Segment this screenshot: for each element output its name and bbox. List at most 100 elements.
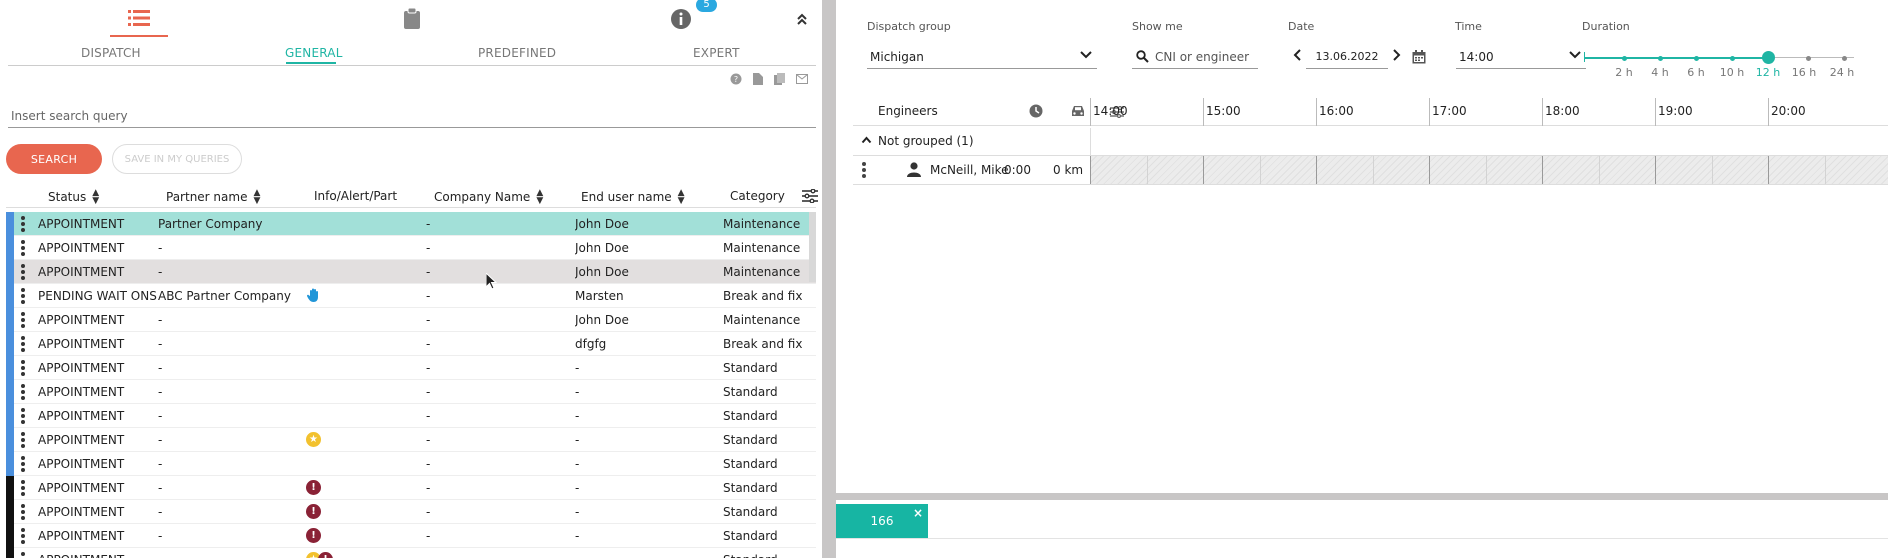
col-status[interactable]: Status ▲ ▼ [48, 189, 99, 206]
cell-partner: - [158, 241, 163, 255]
job-tab[interactable]: 166 × [836, 504, 928, 538]
duration-option-selected[interactable]: 12 h [1756, 66, 1780, 79]
tab-predefined[interactable]: PREDEFINED [478, 46, 556, 60]
duration-step-16h[interactable] [1806, 55, 1811, 61]
duration-option[interactable]: 4 h [1651, 66, 1668, 79]
duration-step-4h[interactable] [1658, 55, 1663, 61]
table-row[interactable]: APPOINTMENT - - John Doe Maintenance [6, 260, 816, 284]
row-menu-icon[interactable] [20, 240, 26, 256]
dispatch-group-select[interactable]: Michigan [867, 45, 1097, 69]
col-company-name[interactable]: Company Name ▲ ▼ [434, 189, 543, 206]
row-menu-icon[interactable] [20, 456, 26, 472]
dispatch-planner: Dispatch group Michigan Show me CNI or e… [836, 0, 1888, 493]
mail-icon[interactable] [796, 73, 808, 85]
tab-general[interactable]: GENERAL [285, 46, 343, 60]
row-menu-icon[interactable] [20, 312, 26, 328]
duration-option[interactable]: 24 h [1830, 66, 1854, 79]
calendar-icon[interactable] [1412, 49, 1426, 68]
table-row[interactable]: APPOINTMENT-★!--Standard [6, 548, 816, 558]
duration-option[interactable]: 6 h [1687, 66, 1704, 79]
group-row[interactable]: Not grouped (1) [853, 128, 1888, 156]
table-row[interactable]: APPOINTMENT - - dfgfg Break and fix [6, 332, 816, 356]
table-row[interactable]: APPOINTMENT - ★ - - Standard [6, 428, 816, 452]
table-row[interactable]: APPOINTMENT - - - Standard [6, 380, 816, 404]
col-partner-name[interactable]: Partner name ▲ ▼ [166, 189, 260, 206]
save-query-button[interactable]: SAVE IN MY QUERIES [112, 144, 242, 174]
row-menu-icon[interactable] [20, 480, 26, 496]
row-menu-icon[interactable] [20, 264, 26, 280]
duration-step-2h[interactable] [1622, 55, 1627, 61]
table-row[interactable]: APPOINTMENT -! - - Standard [6, 524, 816, 548]
info-icon [671, 8, 691, 29]
duration-slider[interactable]: 2 h 4 h 6 h 10 h 12 h 16 h 24 h [1584, 40, 1859, 80]
kebab-menu-icon[interactable] [862, 162, 866, 178]
col-category[interactable]: Category [730, 189, 785, 203]
engineer-timeline-track[interactable] [1090, 156, 1888, 184]
close-icon[interactable]: × [913, 506, 923, 520]
row-menu-icon[interactable] [20, 552, 26, 558]
prev-date-button[interactable] [1292, 48, 1302, 66]
row-menu-icon[interactable] [20, 432, 26, 448]
car-icon[interactable] [1070, 103, 1086, 122]
results-scrollbar[interactable] [809, 212, 816, 282]
hour-gridline [1203, 156, 1204, 184]
row-menu-icon[interactable] [20, 336, 26, 352]
search-button[interactable]: SEARCH [6, 144, 102, 174]
search-query-input[interactable]: Insert search query [8, 106, 816, 128]
list-view-button[interactable] [110, 0, 168, 37]
new-file-icon[interactable] [752, 73, 764, 85]
table-row[interactable]: PENDING WAIT ONS... ABC Partner Company - M… [6, 284, 816, 308]
cell-category: Standard [723, 457, 778, 471]
row-menu-icon[interactable] [20, 384, 26, 400]
row-menu-icon[interactable] [20, 408, 26, 424]
clipboard-button[interactable] [398, 0, 426, 37]
cell-end-user: - [575, 457, 580, 471]
engineer-row[interactable]: McNeill, Mike 0:00 0 km [853, 156, 1888, 185]
table-row[interactable]: APPOINTMENT - - John Doe Maintenance [6, 308, 816, 332]
table-row[interactable]: APPOINTMENT - - - Standard [6, 356, 816, 380]
row-menu-icon[interactable] [20, 216, 26, 232]
hour-label: 20:00 [1771, 104, 1806, 118]
table-row[interactable]: APPOINTMENT Partner Company - John Doe Maint… [6, 212, 816, 236]
col-info-alert-part: Info/Alert/Part [314, 189, 398, 203]
duration-option[interactable]: 10 h [1720, 66, 1744, 79]
copy-icon[interactable] [774, 73, 786, 85]
info-button[interactable] [666, 0, 696, 37]
table-row[interactable]: APPOINTMENT - - John Doe Maintenance [6, 236, 816, 260]
show-me-input[interactable]: CNI or engineer [1132, 45, 1258, 69]
date-input[interactable]: 13.06.2022 [1306, 45, 1388, 69]
duration-step-24h[interactable] [1842, 55, 1847, 61]
hour-label: 16:00 [1319, 104, 1354, 118]
time-select[interactable]: 14:00 [1456, 45, 1586, 69]
table-row[interactable]: APPOINTMENT - - - Standard [6, 452, 816, 476]
duration-step-6h[interactable] [1694, 55, 1699, 61]
tab-dispatch[interactable]: DISPATCH [81, 46, 141, 60]
row-menu-icon[interactable] [20, 528, 26, 544]
collapse-button[interactable] [790, 0, 814, 37]
table-row[interactable]: APPOINTMENT -! - - Standard [6, 476, 816, 500]
hour-gridline [1429, 156, 1430, 184]
chevron-up-icon[interactable] [861, 134, 872, 147]
cell-end-user: - [575, 529, 580, 543]
table-row[interactable]: APPOINTMENT - - - Standard [6, 404, 816, 428]
panel-splitter[interactable] [822, 0, 836, 558]
table-row[interactable]: APPOINTMENT -! - - Standard [6, 500, 816, 524]
col-end-user-name[interactable]: End user name ▲ ▼ [581, 189, 685, 206]
row-menu-icon[interactable] [20, 360, 26, 376]
cell-end-user: John Doe [575, 265, 629, 279]
duration-option[interactable]: 2 h [1615, 66, 1632, 79]
column-settings-icon[interactable] [802, 188, 818, 207]
row-menu-icon[interactable] [20, 504, 26, 520]
cell-end-user: - [575, 433, 580, 447]
clock-icon[interactable] [1029, 103, 1043, 122]
duration-option[interactable]: 16 h [1792, 66, 1816, 79]
duration-slider-handle[interactable] [1762, 51, 1775, 64]
cell-status: APPOINTMENT [38, 265, 125, 279]
group-label: Not grouped (1) [878, 134, 974, 148]
row-menu-icon[interactable] [20, 288, 26, 304]
search-panel: 5 DISPATCH GENERAL PREDEFINED EXPERT ? I… [0, 0, 822, 558]
duration-step-10h[interactable] [1730, 55, 1735, 61]
help-icon[interactable]: ? [730, 73, 742, 85]
tab-expert[interactable]: EXPERT [693, 46, 740, 60]
next-date-button[interactable] [1392, 48, 1402, 66]
